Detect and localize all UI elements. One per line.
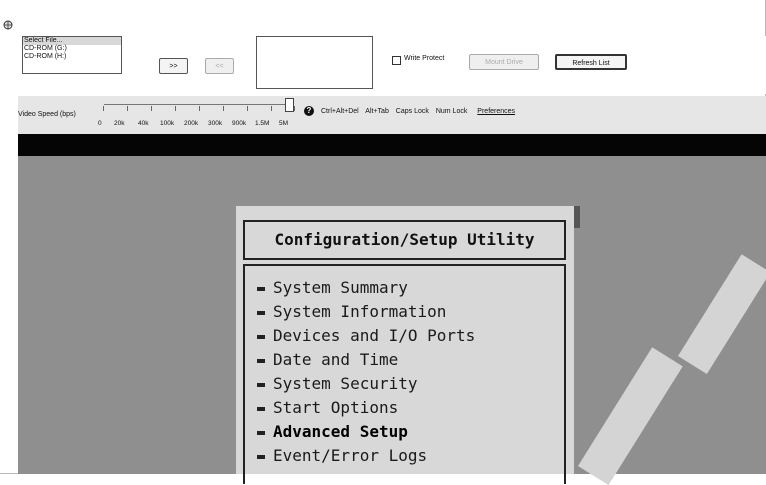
speed-tick-label: 20k — [114, 120, 125, 127]
bullet-icon — [257, 406, 265, 411]
menu-item-label: Advanced Setup — [273, 422, 408, 441]
refresh-list-button[interactable]: Refresh List — [555, 54, 627, 70]
menu-item-label: Date and Time — [273, 350, 399, 369]
caps-lock-button[interactable]: Caps Lock — [396, 108, 429, 115]
remote-screen-top-bar — [18, 134, 766, 156]
remote-control-toolbar: Video Speed (bps) 0 20k 40k 100k 200k 30… — [18, 96, 766, 134]
drive-list-option[interactable]: CD-ROM (H:) — [23, 53, 121, 61]
menu-item-system-information[interactable]: System Information — [257, 302, 446, 321]
bullet-icon — [257, 430, 265, 435]
menu-item-label: Event/Error Logs — [273, 446, 428, 465]
help-icon[interactable]: ? — [304, 106, 314, 116]
num-lock-button[interactable]: Num Lock — [436, 108, 468, 115]
add-drive-button[interactable]: >> — [159, 58, 188, 74]
bios-scrollbar[interactable] — [574, 206, 580, 228]
keyboard-shortcuts: Ctrl+Alt+Del Alt+Tab Caps Lock Num Lock … — [321, 108, 520, 115]
watermark-stripe — [678, 254, 766, 375]
bios-menu: System Summary System Information Device… — [243, 264, 566, 484]
bullet-icon — [257, 310, 265, 315]
video-speed-ticks — [103, 106, 295, 112]
menu-item-label: System Security — [273, 374, 418, 393]
speed-tick-label: 300k — [208, 120, 223, 127]
menu-item-system-security[interactable]: System Security — [257, 374, 418, 393]
app-globe-icon — [3, 20, 13, 30]
speed-tick-label: 1.5M — [255, 120, 270, 127]
remove-drive-button[interactable]: << — [205, 58, 234, 74]
menu-item-advanced-setup[interactable]: Advanced Setup — [257, 422, 408, 441]
menu-item-label: Devices and I/O Ports — [273, 326, 476, 345]
menu-item-label: System Information — [273, 302, 447, 321]
speed-tick-label: 100k — [160, 120, 175, 127]
ctrl-alt-del-button[interactable]: Ctrl+Alt+Del — [321, 108, 359, 115]
menu-item-event-error-logs[interactable]: Event/Error Logs — [257, 446, 427, 465]
bullet-icon — [257, 286, 265, 291]
menu-item-label: System Summary — [273, 278, 408, 297]
bios-title: Configuration/Setup Utility — [243, 220, 566, 260]
video-speed-thumb[interactable] — [285, 98, 294, 112]
speed-tick-label: 40k — [138, 120, 149, 127]
video-speed-label: Video Speed (bps) — [18, 111, 76, 118]
alt-tab-button[interactable]: Alt+Tab — [365, 108, 389, 115]
menu-item-label: Start Options — [273, 398, 399, 417]
mount-drive-button[interactable]: Mount Drive — [469, 54, 539, 70]
menu-item-date-time[interactable]: Date and Time — [257, 350, 398, 369]
selected-drives-list[interactable] — [256, 36, 373, 89]
menu-item-system-summary[interactable]: System Summary — [257, 278, 408, 297]
menu-item-start-options[interactable]: Start Options — [257, 398, 398, 417]
bullet-icon — [257, 358, 265, 363]
bullet-icon — [257, 382, 265, 387]
menu-item-devices-io-ports[interactable]: Devices and I/O Ports — [257, 326, 475, 345]
preferences-link[interactable]: Preferences — [477, 108, 515, 115]
speed-tick-label: 0 — [98, 120, 102, 127]
drive-list-option[interactable]: Select File... — [23, 37, 121, 45]
drive-list-option[interactable]: CD-ROM (G:) — [23, 45, 121, 53]
write-protect-label: Write Protect — [404, 55, 445, 62]
write-protect-checkbox[interactable] — [392, 56, 401, 65]
watermark-stripe — [578, 347, 683, 485]
bullet-icon — [257, 334, 265, 339]
virtual-media-panel: Select File... CD-ROM (G:) CD-ROM (H:) >… — [18, 36, 766, 94]
speed-tick-label: 900k — [232, 120, 247, 127]
speed-tick-label: 5M — [279, 120, 289, 127]
drive-select-list[interactable]: Select File... CD-ROM (G:) CD-ROM (H:) — [22, 36, 122, 74]
bullet-icon — [257, 454, 265, 459]
speed-tick-label: 200k — [184, 120, 199, 127]
bios-setup-window: Configuration/Setup Utility System Summa… — [236, 206, 580, 484]
